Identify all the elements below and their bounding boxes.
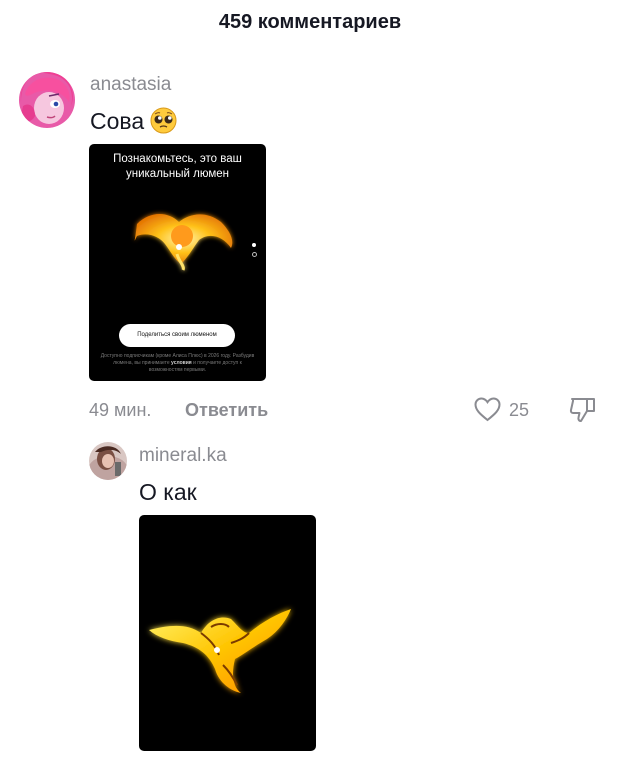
comment-username[interactable]: mineral.ka [139,444,227,468]
comment-username[interactable]: anastasia [90,73,171,97]
promo-fine-print: Доступно подписчикам (кроме Алиса Плюс) … [99,353,256,374]
comment-image-lumen[interactable] [139,515,316,751]
share-lumen-button[interactable]: Поделиться своим люменом [119,324,235,347]
reply-button[interactable]: Ответить [185,398,268,422]
heart-outline-icon[interactable] [474,397,501,427]
pager-dot-active [252,243,256,247]
comment-text-body: Сова [90,108,145,134]
comment-avatar-anastasia[interactable] [19,72,75,128]
terms-link[interactable]: условия [171,360,192,366]
comment-avatar-mineral-ka[interactable] [89,442,127,480]
comment-text: О как [139,479,197,505]
pleading-face-icon [150,107,177,141]
comment-image-promo[interactable]: Познакомьтесь, это ваш уникальный люмен … [89,144,266,381]
comment-timestamp: 49 мин. [89,400,152,420]
pager-dot [252,252,257,257]
comment-text: Сова [90,106,177,141]
thumbs-down-outline-icon[interactable] [569,396,597,428]
like-count: 25 [509,400,530,420]
lumen-bird-image [149,609,291,693]
comments-header: 459 комментариев [218,11,402,33]
